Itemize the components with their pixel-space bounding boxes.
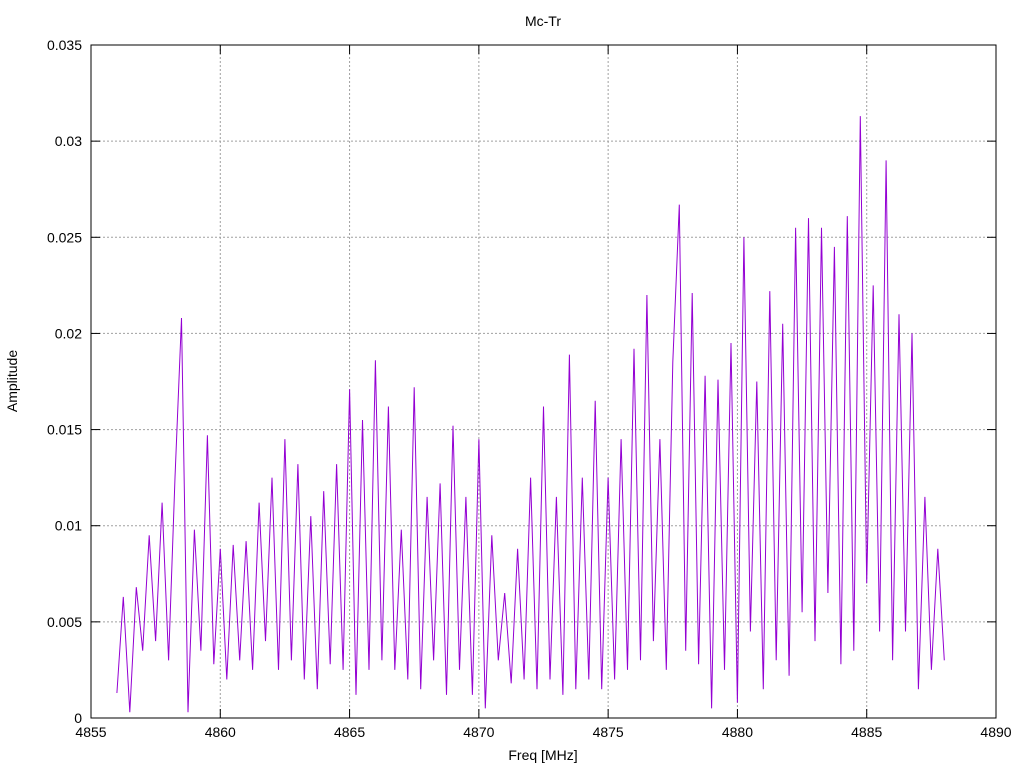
y-tick-label: 0.03 bbox=[55, 133, 82, 149]
x-tick-label: 4885 bbox=[851, 724, 882, 740]
y-tick-label: 0.025 bbox=[47, 229, 82, 245]
y-tick-label: 0.02 bbox=[55, 325, 82, 341]
y-tick-label: 0.035 bbox=[47, 37, 82, 53]
y-axis-label: Amplitude bbox=[4, 350, 20, 412]
y-tick-label: 0.005 bbox=[47, 614, 82, 630]
x-tick-label: 4860 bbox=[205, 724, 236, 740]
y-tick-label: 0.01 bbox=[55, 518, 82, 534]
x-tick-label: 4890 bbox=[980, 724, 1011, 740]
x-tick-label: 4870 bbox=[463, 724, 494, 740]
series-line-mc-tr bbox=[116, 116, 945, 713]
y-tick-label: 0 bbox=[74, 710, 82, 726]
x-tick-label: 4865 bbox=[334, 724, 365, 740]
x-axis-label: Freq [MHz] bbox=[508, 747, 577, 763]
y-tick-label: 0.015 bbox=[47, 422, 82, 438]
x-tick-label: 4880 bbox=[722, 724, 753, 740]
chart: 4855 4860 4865 4870 4875 4880 4885 4890 0 0.005 0.… bbox=[4, 13, 1012, 763]
chart-title: Mc-Tr bbox=[525, 13, 561, 29]
x-tick-label: 4855 bbox=[75, 724, 106, 740]
x-tick-label: 4875 bbox=[593, 724, 624, 740]
